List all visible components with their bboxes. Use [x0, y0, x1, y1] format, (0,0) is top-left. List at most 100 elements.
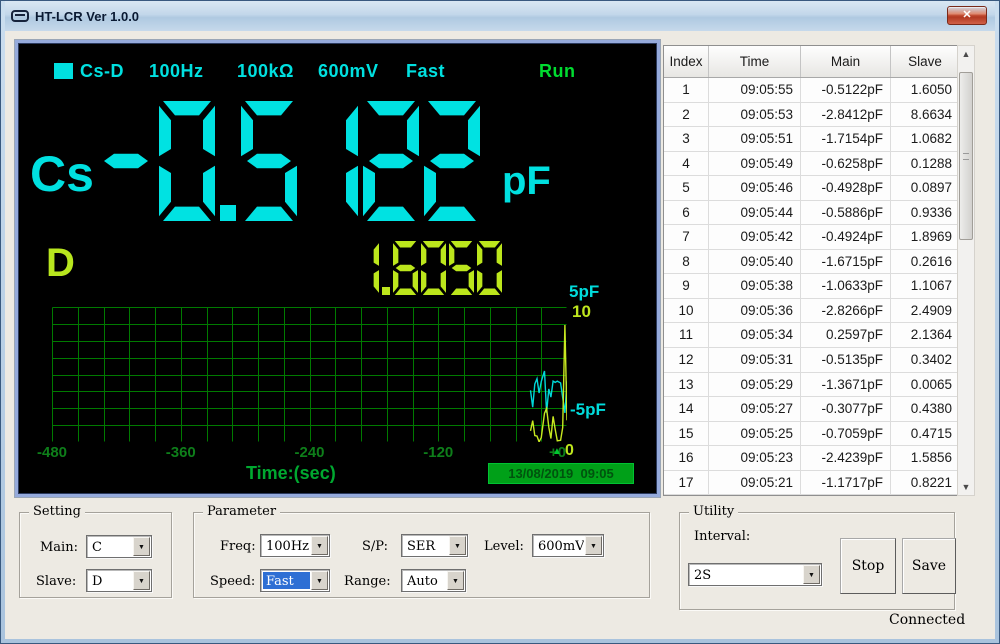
stop-button[interactable]: Stop	[840, 538, 896, 594]
table-cell: -1.1717pF	[801, 470, 891, 495]
table-cell: 3	[664, 127, 709, 151]
window-title: HT-LCR Ver 1.0.0	[35, 8, 140, 24]
table-cell: 8.6634	[891, 102, 960, 127]
freq-select-label: Freq:	[220, 539, 256, 554]
setting-group-title: Setting	[29, 504, 85, 519]
table-cell: -2.8412pF	[801, 102, 891, 127]
table-cell: 09:05:29	[709, 372, 801, 397]
table-row[interactable]: 13 09:05:29 -1.3671pF 0.0065	[664, 372, 960, 398]
table-cell: -1.0633pF	[801, 274, 891, 298]
dropdown-arrow-icon[interactable]: ▼	[585, 536, 602, 555]
table-cell: 09:05:38	[709, 274, 801, 298]
table-row[interactable]: 17 09:05:21 -1.1717pF 0.8221	[664, 470, 960, 496]
table-cell: 7	[664, 225, 709, 249]
table-cell: -1.3671pF	[801, 372, 891, 397]
x-tick-label: -240	[294, 444, 325, 461]
table-cell: 0.8221	[891, 470, 960, 495]
table-cell: 0.4715	[891, 421, 960, 446]
dropdown-arrow-icon[interactable]: ▼	[133, 537, 150, 556]
table-cell: -0.7059pF	[801, 421, 891, 446]
table-row[interactable]: 14 09:05:27 -0.3077pF 0.4380	[664, 397, 960, 422]
table-cell: 09:05:23	[709, 446, 801, 470]
table-cell: 09:05:49	[709, 151, 801, 176]
table-row[interactable]: 11 09:05:34 0.2597pF 2.1364	[664, 323, 960, 349]
col-header-main: Main	[801, 46, 891, 77]
dropdown-arrow-icon[interactable]: ▼	[803, 565, 820, 584]
save-button[interactable]: Save	[902, 538, 956, 594]
table-row[interactable]: 9 09:05:38 -1.0633pF 1.1067	[664, 274, 960, 299]
table-cell: -0.4924pF	[801, 225, 891, 249]
table-cell: 0.0897	[891, 176, 960, 200]
utility-group: Utility Interval: 2S ▼ Stop Save	[679, 504, 956, 610]
main-select[interactable]: C ▼	[86, 535, 152, 558]
status-level: 600mV	[318, 61, 379, 81]
table-row[interactable]: 1 09:05:55 -0.5122pF 1.6050	[664, 78, 960, 103]
table-cell: -2.4239pF	[801, 446, 891, 470]
title-bar[interactable]: HT-LCR Ver 1.0.0 ✕	[5, 1, 995, 31]
status-run-state: Run	[539, 61, 576, 81]
sp-select-label: S/P:	[362, 539, 388, 554]
table-row[interactable]: 7 09:05:42 -0.4924pF 1.8969	[664, 225, 960, 250]
table-cell: 2.4909	[891, 298, 960, 323]
log-table: Index Time Main Slave 1 09:05:55 -0.5122pF…	[663, 45, 961, 496]
slave-select[interactable]: D ▼	[86, 569, 152, 592]
sp-select[interactable]: SER ▼	[401, 534, 468, 557]
datetime-badge: 13/08/2019 09:05	[488, 463, 634, 484]
table-cell: 0.9336	[891, 200, 960, 225]
table-cell: 09:05:21	[709, 470, 801, 495]
table-cell: 1.8969	[891, 225, 960, 249]
table-cell: -0.4928pF	[801, 176, 891, 200]
table-cell: -0.5135pF	[801, 348, 891, 372]
table-cell: 12	[664, 348, 709, 372]
close-button[interactable]: ✕	[947, 6, 987, 25]
measure-indicator-icon	[54, 63, 73, 79]
table-scrollbar[interactable]: ▲ ▼	[957, 45, 975, 496]
table-cell: 14	[664, 397, 709, 421]
x-tick-label: -480	[36, 444, 68, 461]
table-row[interactable]: 3 09:05:51 -1.7154pF 1.0682	[664, 127, 960, 152]
table-cell: 0.2597pF	[801, 323, 891, 348]
client-area: Cs-D 100Hz 100kΩ 600mV Fast Run Cs pF D …	[5, 31, 995, 639]
table-row[interactable]: 5 09:05:46 -0.4928pF 0.0897	[664, 176, 960, 201]
freq-select[interactable]: 100Hz ▼	[260, 534, 330, 557]
table-cell: 1.5856	[891, 446, 960, 470]
scroll-up-icon[interactable]: ▲	[958, 46, 974, 62]
table-row[interactable]: 8 09:05:40 -1.6715pF 0.2616	[664, 249, 960, 275]
dropdown-arrow-icon[interactable]: ▼	[311, 571, 328, 590]
utility-group-title: Utility	[689, 504, 739, 519]
scroll-down-icon[interactable]: ▼	[958, 479, 974, 495]
table-row[interactable]: 12 09:05:31 -0.5135pF 0.3402	[664, 348, 960, 373]
table-cell: 10	[664, 298, 709, 323]
speed-select[interactable]: Fast ▼	[260, 569, 330, 592]
dropdown-arrow-icon[interactable]: ▼	[447, 571, 464, 590]
app-window: HT-LCR Ver 1.0.0 ✕ Cs-D 100Hz 100kΩ 600m…	[0, 0, 1000, 644]
main-select-label: Main:	[40, 540, 78, 555]
table-cell: 09:05:42	[709, 225, 801, 249]
dropdown-arrow-icon[interactable]: ▼	[133, 571, 150, 590]
table-row[interactable]: 16 09:05:23 -2.4239pF 1.5856	[664, 446, 960, 471]
table-cell: 0.2616	[891, 249, 960, 274]
x-axis-title: Time:(sec)	[246, 463, 336, 483]
col-header-slave: Slave	[891, 46, 960, 77]
app-icon	[11, 10, 29, 22]
interval-select[interactable]: 2S ▼	[688, 563, 822, 586]
table-row[interactable]: 4 09:05:49 -0.6258pF 0.1288	[664, 151, 960, 177]
table-cell: 2	[664, 102, 709, 127]
connection-status: Connected	[889, 612, 966, 628]
range-select[interactable]: Auto ▼	[401, 569, 466, 592]
table-cell: 1.0682	[891, 127, 960, 151]
main-value-sevenseg	[98, 101, 480, 221]
dropdown-arrow-icon[interactable]: ▼	[311, 536, 328, 555]
range-select-label: Range:	[344, 574, 391, 589]
slave-select-label: Slave:	[36, 574, 77, 589]
table-row[interactable]: 6 09:05:44 -0.5886pF 0.9336	[664, 200, 960, 226]
table-row[interactable]: 10 09:05:36 -2.8266pF 2.4909	[664, 298, 960, 324]
scrollbar-thumb[interactable]	[959, 72, 973, 240]
dropdown-arrow-icon[interactable]: ▼	[449, 536, 466, 555]
x-axis-ticks: -480 -360 -240 -120 +0	[37, 444, 567, 461]
table-row[interactable]: 2 09:05:53 -2.8412pF 8.6634	[664, 102, 960, 128]
level-select[interactable]: 600mV ▼	[532, 534, 604, 557]
table-cell: 09:05:46	[709, 176, 801, 200]
table-cell: 09:05:51	[709, 127, 801, 151]
table-row[interactable]: 15 09:05:25 -0.7059pF 0.4715	[664, 421, 960, 447]
